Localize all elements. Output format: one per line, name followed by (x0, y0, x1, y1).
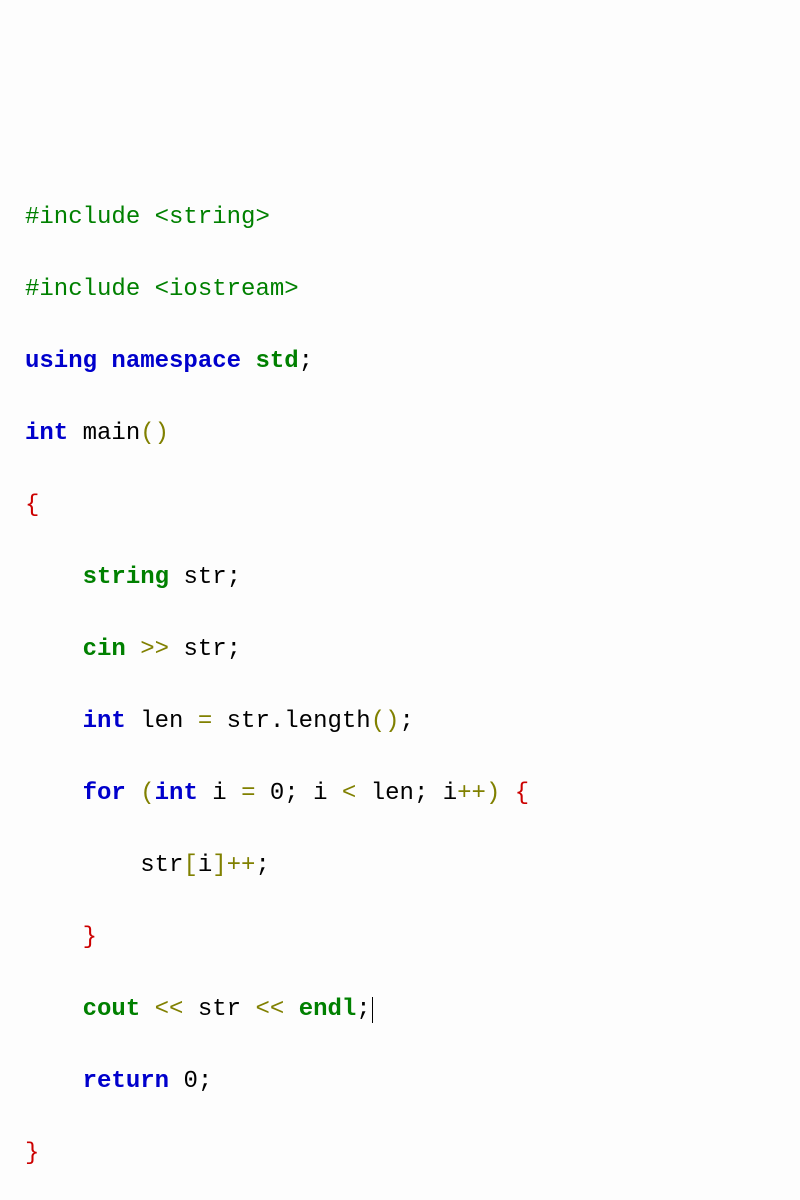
code-line-5: { (25, 488, 775, 524)
operator-assign: = (198, 708, 212, 735)
bracket-open: [ (183, 852, 197, 879)
keyword-for: for (83, 780, 126, 807)
operator-insert: << (155, 996, 184, 1023)
identifier-cout: cout (83, 996, 141, 1023)
brace-open: { (515, 780, 529, 807)
preprocessor-include: #include <string> (25, 204, 270, 231)
code-line-8: int len = str.length(); (25, 704, 775, 740)
keyword-int: int (155, 780, 198, 807)
operator-inc: ++ (227, 852, 256, 879)
keyword-return: return (83, 1068, 169, 1095)
bracket-close: ] (212, 852, 226, 879)
code-line-7: cin >> str; (25, 632, 775, 668)
brace-close: } (83, 924, 97, 951)
keyword-int: int (83, 708, 126, 735)
code-block: #include <string> #include <iostream> us… (25, 164, 775, 1200)
code-line-10: str[i]++; (25, 848, 775, 884)
code-line-2: #include <iostream> (25, 272, 775, 308)
code-line-11: } (25, 920, 775, 956)
code-line-9: for (int i = 0; i < len; i++) { (25, 776, 775, 812)
operator-assign: = (241, 780, 255, 807)
code-line-13: return 0; (25, 1064, 775, 1100)
identifier-len: len (140, 708, 198, 735)
paren-close: ) (486, 780, 500, 807)
identifier-endl: endl (299, 996, 357, 1023)
operator-insert: << (255, 996, 284, 1023)
operator-inc: ++ (457, 780, 486, 807)
identifier-main: main (83, 420, 141, 447)
parentheses: () (371, 708, 400, 735)
brace-open: { (25, 492, 39, 519)
code-line-12: cout << str << endl; (25, 992, 775, 1028)
operator-extract: >> (140, 636, 169, 663)
identifier-cin: cin (83, 636, 126, 663)
literal-zero: 0 (270, 780, 284, 807)
keyword-int: int (25, 420, 68, 447)
code-line-4: int main() (25, 416, 775, 452)
keyword-using: using (25, 348, 97, 375)
code-line-1: #include <string> (25, 200, 775, 236)
code-line-14: } (25, 1136, 775, 1172)
identifier-std: std (255, 348, 298, 375)
operator-lt: < (342, 780, 356, 807)
brace-close: } (25, 1140, 39, 1167)
preprocessor-include: #include <iostream> (25, 276, 299, 303)
identifier-str-length: str.length (212, 708, 370, 735)
paren-open: ( (140, 780, 154, 807)
keyword-string: string (83, 564, 169, 591)
identifier-str: str (183, 636, 226, 663)
parentheses: () (140, 420, 169, 447)
code-line-3: using namespace std; (25, 344, 775, 380)
identifier-str: str (183, 564, 226, 591)
text-cursor (372, 997, 373, 1023)
keyword-namespace: namespace (111, 348, 241, 375)
code-line-6: string str; (25, 560, 775, 596)
literal-zero: 0 (183, 1068, 197, 1095)
